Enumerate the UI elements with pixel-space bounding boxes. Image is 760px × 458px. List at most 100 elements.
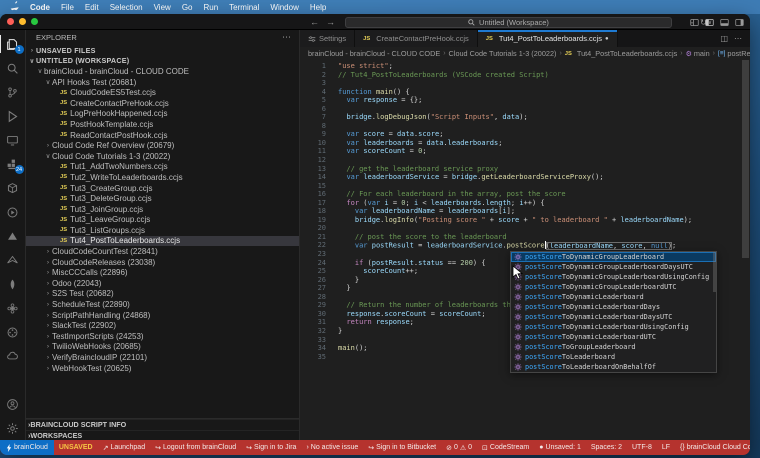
menu-item-run[interactable]: Run (203, 3, 218, 12)
minimize-window-button[interactable] (19, 18, 26, 25)
tree-folder-item[interactable]: ›TwilioWebHooks (20685) (26, 342, 299, 353)
tree-folder-item[interactable]: ›CloudCodeCountTest (22841) (26, 246, 299, 257)
status-launchpad[interactable]: ↗Launchpad (98, 440, 151, 455)
activity-settings-icon[interactable] (0, 416, 26, 440)
tree-folder-item[interactable]: ›ScriptPathHandling (24868) (26, 310, 299, 321)
tree-folder-item[interactable]: ›ScheduleTest (22890) (26, 299, 299, 310)
status-problems[interactable]: ⊘0⚠0 (441, 440, 477, 455)
status-remote-braincloud[interactable]: brainCloud (0, 440, 54, 455)
tree-file-item[interactable]: JSTut1_AddTwoNumbers.ccjs (26, 162, 299, 173)
tree-file-item[interactable]: JSTut3_CreateGroup.ccjs (26, 183, 299, 194)
suggestion-item[interactable]: postScoreToLeaderboard (511, 352, 716, 362)
tree-folder-item[interactable]: ›TestImportScripts (24253) (26, 331, 299, 342)
breadcrumb-item[interactable]: Cloud Code Tutorials 1-3 (20022) (449, 49, 557, 58)
activity-remote-explorer-icon[interactable] (0, 128, 26, 152)
command-center-search[interactable]: Untitled (Workspace) (345, 17, 672, 28)
toggle-secondary-sidebar-icon[interactable] (735, 18, 744, 27)
status-language-mode[interactable]: {}brainCloud Cloud Code (675, 440, 750, 455)
explorer-more-icon[interactable]: ⋯ (282, 32, 291, 43)
sidebar-section-braincloud-script-info[interactable]: ›BRAINCLOUD SCRIPT INFO (26, 419, 299, 430)
tree-file-item[interactable]: JSCreateContactPreHook.ccjs (26, 98, 299, 109)
tree-folder-item[interactable]: ›Cloud Code Ref Overview (20679) (26, 140, 299, 151)
tree-folder-item[interactable]: ›MiscCCCalls (22896) (26, 267, 299, 278)
activity-cloud-tool-icon[interactable] (0, 344, 26, 368)
tree-folder-item[interactable]: ›VerifyBraincloudIP (22101) (26, 352, 299, 363)
customize-layout-icon[interactable] (690, 18, 699, 27)
suggestion-item[interactable]: postScoreToDynamicGroupLeaderboardUsingC… (511, 272, 716, 282)
status-codestream[interactable]: ⊡CodeStream (477, 440, 534, 455)
menu-item-terminal[interactable]: Terminal (229, 3, 259, 12)
tab-createcontactprehook-ccjs[interactable]: JSCreateContactPreHook.ccjs (355, 30, 478, 47)
breadcrumb-item[interactable]: brainCloud - brainCloud - CLOUD CODE (308, 49, 440, 58)
status-unsaved-flag[interactable]: UNSAVED (54, 440, 98, 455)
status-logout-braincloud[interactable]: ↪Logout from brainCloud (150, 440, 241, 455)
tree-file-item[interactable]: JSTut2_WriteToLeaderboards.ccjs (26, 172, 299, 183)
suggestion-item[interactable]: postScoreToDynamicLeaderboardUsingConfig (511, 322, 716, 332)
breadcrumb-item[interactable]: ⚙main (686, 49, 710, 58)
activity-run-circle-tool-icon[interactable] (0, 200, 26, 224)
tree-file-item[interactable]: JSLogPreHookHappened.ccjs (26, 109, 299, 120)
apple-icon[interactable] (10, 2, 19, 12)
status-active-issue[interactable]: ›No active issue (301, 440, 363, 455)
breadcrumb-item[interactable]: [≡]postResult (718, 49, 750, 58)
activity-extensions-icon[interactable]: 24 (0, 152, 26, 176)
toggle-panel-icon[interactable] (720, 18, 729, 27)
breadcrumb-item[interactable]: JSTut4_PostToLeaderboards.ccjs (565, 49, 677, 58)
tab-tut4-posttoleaderboards-ccjs[interactable]: JSTut4_PostToLeaderboards.ccjs● (478, 30, 618, 47)
toggle-sidebar-icon[interactable] (705, 18, 714, 27)
status-eol[interactable]: LF (657, 440, 675, 455)
activity-run-debug-icon[interactable] (0, 104, 26, 128)
sidebar-section-workspaces[interactable]: ›WORKSPACES (26, 430, 299, 441)
navigate-back-icon[interactable]: ← (310, 17, 319, 27)
tree-folder-item[interactable]: ›S2S Test (20682) (26, 289, 299, 300)
activity-origami-tool-icon[interactable] (0, 248, 26, 272)
suggestion-item[interactable]: postScoreToDynamicLeaderboardUTC (511, 332, 716, 342)
tree-folder-item[interactable]: ∨brainCloud - brainCloud - CLOUD CODE (26, 66, 299, 77)
tree-file-item[interactable]: JSPostHookTemplate.ccjs (26, 119, 299, 130)
suggestion-item[interactable]: postScoreToDynamicLeaderboard (511, 292, 716, 302)
suggestion-item[interactable]: postScoreToGroupLeaderboard (511, 342, 716, 352)
tree-file-item[interactable]: JSTut3_DeleteGroup.ccjs (26, 193, 299, 204)
tree-section-header[interactable]: ∨UNTITLED (WORKSPACE) (26, 56, 299, 67)
status-sign-in-jira[interactable]: ↪Sign in to Jira (241, 440, 301, 455)
menu-item-edit[interactable]: Edit (85, 3, 99, 12)
tree-folder-item[interactable]: ›SlackTest (22902) (26, 320, 299, 331)
status-indentation[interactable]: Spaces: 2 (586, 440, 627, 455)
tree-file-item[interactable]: JSCloudCodeES5Test.ccjs (26, 87, 299, 98)
menu-item-go[interactable]: Go (182, 3, 193, 12)
suggestion-item[interactable]: postScoreToDynamicLeaderboardDays (511, 302, 716, 312)
activity-account-icon[interactable] (0, 392, 26, 416)
status-sign-in-bitbucket[interactable]: ↪Sign in to Bitbucket (363, 440, 441, 455)
tree-folder-item[interactable]: ›Odoo (22043) (26, 278, 299, 289)
activity-movie-tool-icon[interactable] (0, 320, 26, 344)
menu-item-selection[interactable]: Selection (110, 3, 143, 12)
tree-section-header[interactable]: ›UNSAVED FILES (26, 45, 299, 56)
activity-search-icon[interactable] (0, 56, 26, 80)
navigate-forward-icon[interactable]: → (326, 17, 335, 27)
tree-folder-item[interactable]: ∨Cloud Code Tutorials 1-3 (20022) (26, 151, 299, 162)
suggestion-item[interactable]: postScoreToDynamicGroupLeaderboardDaysUT… (511, 262, 716, 272)
tree-folder-item[interactable]: ∨API Hooks Test (20681) (26, 77, 299, 88)
editor-scrollbar-thumb[interactable] (742, 60, 749, 258)
status-encoding[interactable]: UTF-8 (627, 440, 657, 455)
tree-folder-item[interactable]: ›CloudCodeReleases (23038) (26, 257, 299, 268)
tree-folder-item[interactable]: ›WebHookTest (20625) (26, 363, 299, 374)
activity-package-tool-icon[interactable] (0, 176, 26, 200)
tree-file-item[interactable]: JSTut3_ListGroups.ccjs (26, 225, 299, 236)
activity-leaf-tool-icon[interactable] (0, 272, 26, 296)
code-editor[interactable]: 1"use strict";2// Tut4_PostToLeaderboard… (300, 60, 750, 440)
tab-settings[interactable]: Settings (300, 30, 355, 47)
activity-triangle-tool-icon[interactable] (0, 224, 26, 248)
activity-flower-tool-icon[interactable] (0, 296, 26, 320)
suggestion-item[interactable]: postScoreToDynamicGroupLeaderboard (511, 252, 716, 262)
activity-explorer-icon[interactable]: 1 (0, 32, 26, 56)
suggest-scrollbar[interactable] (713, 252, 716, 292)
tree-file-item[interactable]: JSReadContactPostHook.ccjs (26, 130, 299, 141)
tree-file-item[interactable]: JSTut3_LeaveGroup.ccjs (26, 215, 299, 226)
suggestion-item[interactable]: postScoreToLeaderboardOnBehalfOf (511, 362, 716, 372)
suggestion-item[interactable]: postScoreToDynamicLeaderboardDaysUTC (511, 312, 716, 322)
tree-file-item[interactable]: JSTut3_JoinGroup.ccjs (26, 204, 299, 215)
editor-more-actions-icon[interactable]: ⋯ (734, 34, 742, 43)
suggestion-item[interactable]: postScoreToDynamicGroupLeaderboardUTC (511, 282, 716, 292)
close-window-button[interactable] (7, 18, 14, 25)
